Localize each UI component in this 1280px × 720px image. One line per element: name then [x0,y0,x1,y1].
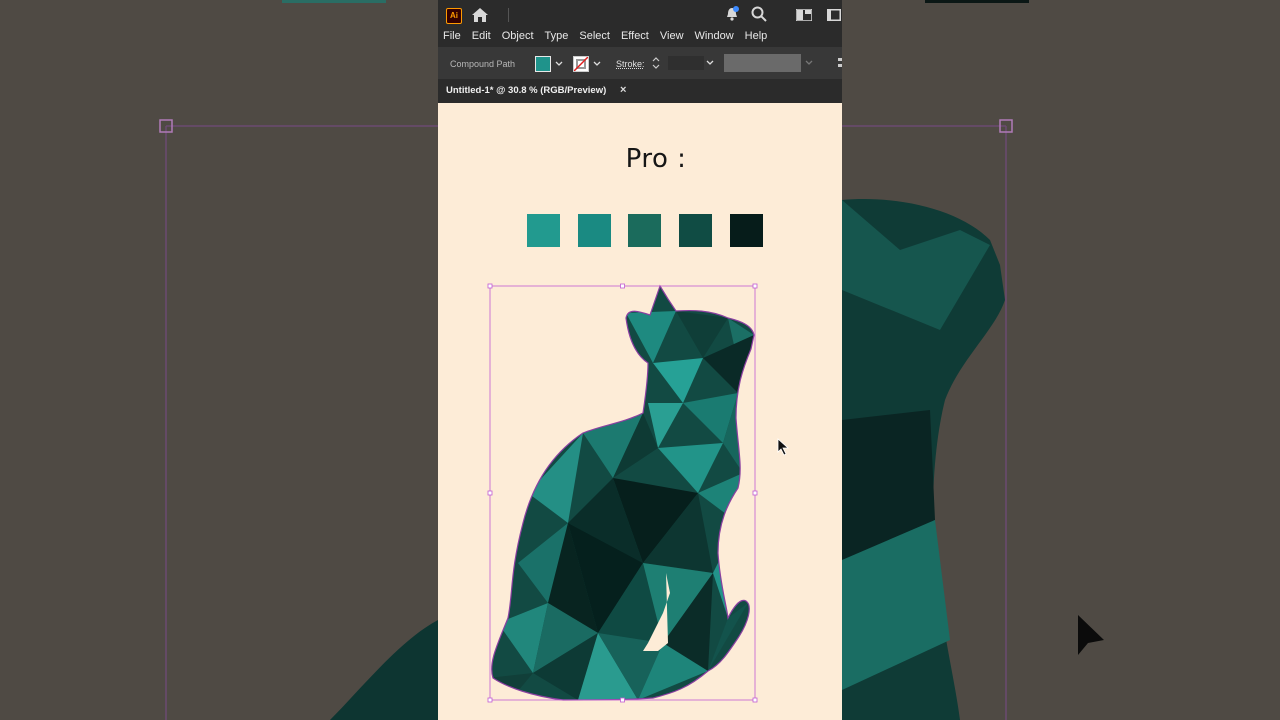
no-stroke-icon [574,57,588,71]
profile-dropdown-chevron-icon[interactable] [805,59,813,67]
variable-width-profile-field[interactable] [724,54,801,72]
notification-bell-icon[interactable] [725,6,739,22]
selection-type-label: Compound Path [450,59,516,69]
stroke-weight-input[interactable] [668,56,704,70]
menu-select[interactable]: Select [574,28,616,46]
panel-toggle-icon[interactable] [827,9,841,21]
document-tab-title: Untitled-1* @ 30.8 % (RGB/Preview) [446,85,607,96]
document-tab[interactable]: Untitled-1* @ 30.8 % (RGB/Preview) × [438,79,638,103]
fill-color-swatch[interactable] [535,56,551,72]
menu-object[interactable]: Object [497,28,540,46]
artboard-canvas[interactable]: Pro : [438,103,842,720]
stroke-label[interactable]: Stroke: [616,59,645,69]
toolbar-divider [508,8,509,22]
menu-window[interactable]: Window [690,28,740,46]
menu-file[interactable]: File [438,28,467,46]
search-icon[interactable] [751,6,767,22]
cat-triangles [491,286,754,700]
menu-view[interactable]: View [655,28,690,46]
stroke-dropdown-chevron-icon[interactable] [593,60,601,68]
fill-dropdown-chevron-icon[interactable] [555,60,563,68]
more-options-icon[interactable] [838,57,842,69]
menu-type[interactable]: Type [540,28,575,46]
home-icon[interactable] [471,7,489,23]
stroke-weight-stepper-icon[interactable] [652,55,660,71]
stroke-color-swatch[interactable] [573,56,589,72]
illustrator-window: Ai File Edit Object Type Select Effect V… [438,0,842,720]
close-tab-icon[interactable]: × [620,79,626,102]
control-bar: Compound Path Stroke: [438,46,842,80]
workspace-switcher-icon[interactable] [796,9,812,21]
menu-help[interactable]: Help [740,28,774,46]
menu-effect[interactable]: Effect [616,28,655,46]
stroke-weight-dropdown-icon[interactable] [706,59,714,67]
low-poly-cat-artwork[interactable] [438,103,842,720]
mouse-cursor-icon [777,438,790,456]
document-tab-bar: Untitled-1* @ 30.8 % (RGB/Preview) × [438,79,842,103]
illustrator-logo: Ai [446,8,462,24]
menu-edit[interactable]: Edit [467,28,497,46]
app-top-bar: Ai [438,0,842,28]
menu-bar: File Edit Object Type Select Effect View… [438,28,842,46]
